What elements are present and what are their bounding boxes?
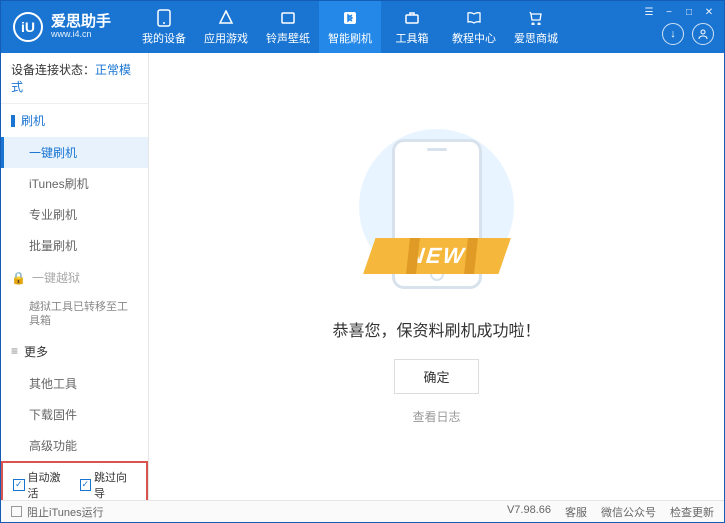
new-ribbon: NEW — [363, 238, 511, 274]
checkbox-label: 跳过向导 — [94, 469, 136, 500]
sidebar-item-batch[interactable]: 批量刷机 — [1, 230, 148, 261]
section-jailbreak[interactable]: 🔒 一键越狱 — [1, 261, 148, 294]
nav-label: 教程中心 — [452, 30, 496, 46]
checkbox-label: 阻止iTunes运行 — [27, 504, 104, 520]
connection-status: 设备连接状态：正常模式 — [1, 53, 148, 104]
section-title: 更多 — [24, 343, 48, 360]
block-itunes-checkbox[interactable]: 阻止iTunes运行 — [11, 504, 104, 520]
header-actions: ↓ — [662, 23, 714, 45]
checkbox-skip-guide[interactable]: ✓ 跳过向导 — [80, 469, 137, 500]
footer-wechat[interactable]: 微信公众号 — [601, 504, 656, 520]
checkbox-label: 自动激活 — [28, 469, 70, 500]
download-icon[interactable]: ↓ — [662, 23, 684, 45]
nav-flash[interactable]: 智能刷机 — [319, 1, 381, 53]
section-flash[interactable]: 刷机 — [1, 104, 148, 137]
nav-label: 智能刷机 — [328, 30, 372, 46]
nav-ringtone[interactable]: 铃声壁纸 — [257, 1, 319, 53]
sidebar: 设备连接状态：正常模式 刷机 一键刷机 iTunes刷机 专业刷机 批量刷机 🔒… — [1, 53, 149, 500]
close-icon[interactable]: ✕ — [702, 5, 716, 19]
main-content: NEW 恭喜您，保资料刷机成功啦！ 确定 查看日志 — [149, 53, 724, 500]
footer-update[interactable]: 检查更新 — [670, 504, 714, 520]
bar-icon — [11, 115, 15, 127]
section-title: 一键越狱 — [32, 269, 80, 286]
window-controls: ☰ − □ ✕ — [634, 1, 724, 23]
status-label: 设备连接状态： — [11, 63, 95, 77]
nav-label: 应用游戏 — [204, 30, 248, 46]
book-icon — [465, 9, 483, 27]
confirm-button[interactable]: 确定 — [394, 359, 478, 394]
nav-store[interactable]: 爱思商城 — [505, 1, 567, 53]
logo-icon: iU — [13, 12, 43, 42]
app-subtitle: www.i4.cn — [51, 30, 111, 40]
checkbox-highlight: ✓ 自动激活 ✓ 跳过向导 — [1, 461, 148, 500]
toolbox-icon — [403, 9, 421, 27]
cart-icon — [527, 9, 545, 27]
checkbox-icon: ✓ — [80, 479, 92, 491]
menu-lines-icon: ≡ — [11, 344, 18, 358]
phone-icon — [155, 9, 173, 27]
app-title: 爱思助手 — [51, 14, 111, 31]
nav-tutorial[interactable]: 教程中心 — [443, 1, 505, 53]
flash-icon — [341, 9, 359, 27]
nav-label: 工具箱 — [396, 30, 429, 46]
sidebar-item-download[interactable]: 下载固件 — [1, 399, 148, 430]
sidebar-item-advanced[interactable]: 高级功能 — [1, 430, 148, 461]
maximize-icon[interactable]: □ — [682, 5, 696, 19]
view-log-link[interactable]: 查看日志 — [412, 408, 460, 425]
sidebar-item-itunes[interactable]: iTunes刷机 — [1, 168, 148, 199]
lock-icon: 🔒 — [11, 271, 26, 285]
apps-icon — [217, 9, 235, 27]
checkbox-icon — [11, 506, 22, 517]
version-label: V7.98.66 — [507, 504, 551, 520]
music-icon — [279, 9, 297, 27]
checkbox-auto-activate[interactable]: ✓ 自动激活 — [13, 469, 70, 500]
jailbreak-note: 越狱工具已转移至工具箱 — [1, 294, 148, 335]
footer-support[interactable]: 客服 — [565, 504, 587, 520]
menu-icon[interactable]: ☰ — [642, 5, 656, 19]
app-header: iU 爱思助手 www.i4.cn 我的设备 应用游戏 铃声壁纸 智能刷机 工具… — [1, 1, 724, 53]
nav-label: 我的设备 — [142, 30, 186, 46]
footer: 阻止iTunes运行 V7.98.66 客服 微信公众号 检查更新 — [1, 500, 724, 522]
sidebar-item-oneclick[interactable]: 一键刷机 — [1, 137, 148, 168]
minimize-icon[interactable]: − — [662, 5, 676, 19]
success-message: 恭喜您，保资料刷机成功啦！ — [332, 317, 540, 341]
sidebar-item-pro[interactable]: 专业刷机 — [1, 199, 148, 230]
logo-section: iU 爱思助手 www.i4.cn — [1, 12, 123, 42]
success-illustration: NEW — [357, 129, 517, 299]
user-icon[interactable] — [692, 23, 714, 45]
nav-toolbox[interactable]: 工具箱 — [381, 1, 443, 53]
nav-apps[interactable]: 应用游戏 — [195, 1, 257, 53]
section-title: 刷机 — [21, 112, 45, 129]
main-nav: 我的设备 应用游戏 铃声壁纸 智能刷机 工具箱 教程中心 爱思商城 — [133, 1, 567, 53]
checkbox-icon: ✓ — [13, 479, 25, 491]
nav-label: 铃声壁纸 — [266, 30, 310, 46]
section-more[interactable]: ≡ 更多 — [1, 335, 148, 368]
nav-my-device[interactable]: 我的设备 — [133, 1, 195, 53]
sidebar-item-other[interactable]: 其他工具 — [1, 368, 148, 399]
nav-label: 爱思商城 — [514, 30, 558, 46]
